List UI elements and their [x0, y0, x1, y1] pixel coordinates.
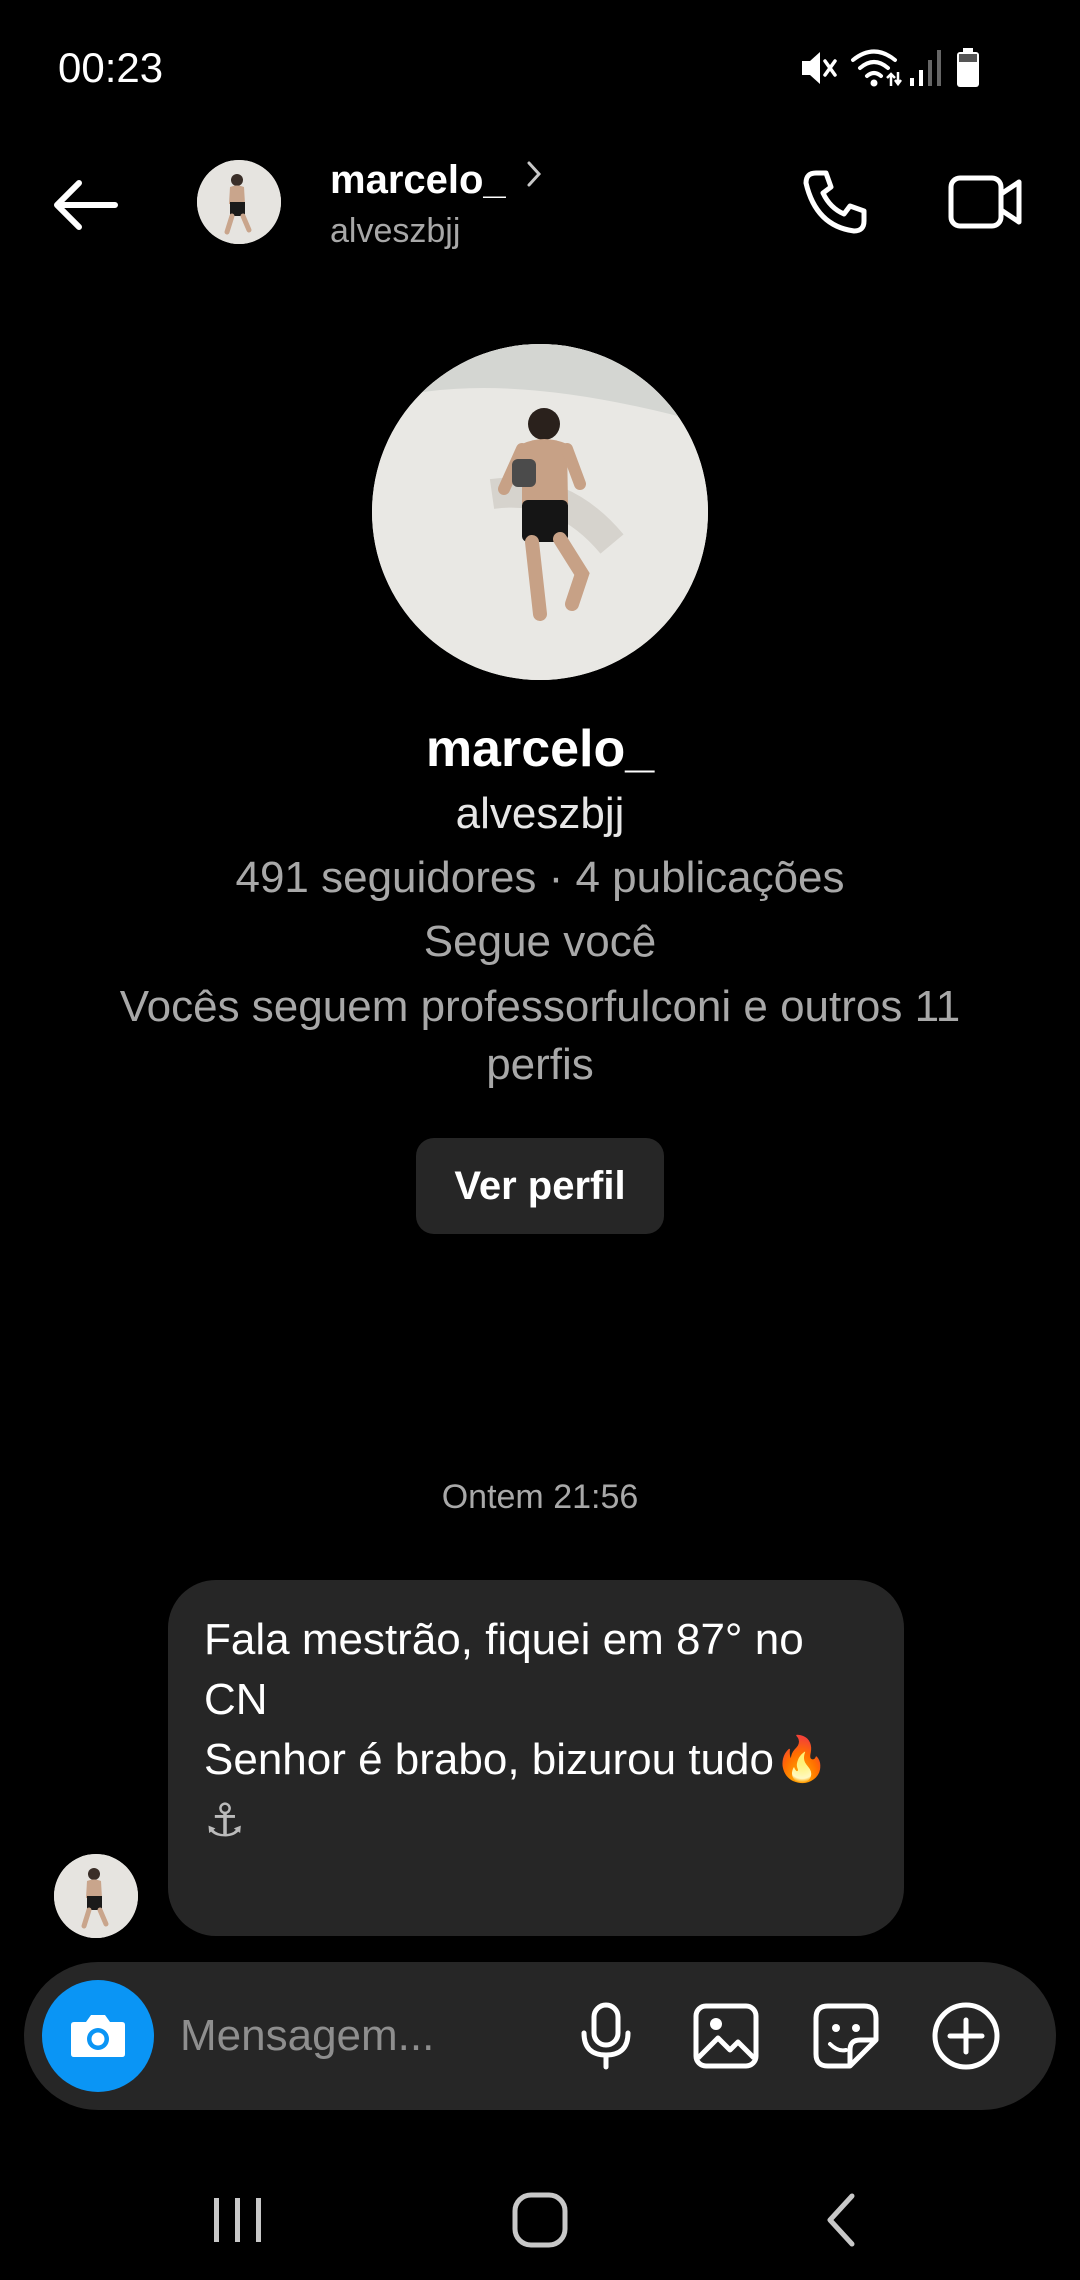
more-options-button[interactable] [926, 1996, 1006, 2076]
chevron-right-icon[interactable] [524, 158, 544, 190]
header-display-name[interactable]: marcelo_ [330, 158, 506, 203]
recents-button[interactable] [178, 2180, 298, 2260]
gallery-button[interactable] [686, 1996, 766, 2076]
message-line: Senhor é brabo, bizurou tudo🔥 [204, 1735, 829, 1784]
system-nav-bar [0, 2160, 1080, 2280]
add-icon [932, 2002, 1000, 2070]
follows-you-label: Segue você [423, 917, 657, 966]
chat-header: marcelo_ alveszbjj [0, 140, 1080, 270]
phone-icon [803, 170, 867, 234]
microphone-icon [581, 2002, 631, 2070]
voice-call-button[interactable] [795, 162, 875, 242]
back-button[interactable] [40, 170, 130, 240]
gallery-icon [693, 2003, 759, 2069]
chat-screen: 00:23 marcelo_ alveszbjj marcelo_ alvesz… [0, 0, 1080, 2280]
status-time: 00:23 [58, 44, 164, 91]
avatar-photo-icon [54, 1854, 138, 1938]
anchor-emoji: ⚓ [204, 1794, 246, 1846]
wifi-icon [851, 49, 902, 87]
header-avatar[interactable] [197, 160, 281, 244]
back-icon [827, 2193, 855, 2247]
message-sender-avatar[interactable] [54, 1854, 138, 1938]
camera-icon [71, 2015, 125, 2057]
camera-button[interactable] [42, 1980, 154, 2092]
status-bar: 00:23 [0, 0, 1080, 140]
voice-message-button[interactable] [566, 1996, 646, 2076]
profile-card: marcelo_ alveszbjj 491 seguidores · 4 pu… [0, 344, 1080, 1234]
system-back-button[interactable] [782, 2180, 902, 2260]
recents-icon [214, 2198, 261, 2242]
signal-icon [910, 50, 941, 86]
message-bubble[interactable]: Fala mestrão, fiquei em 87° no CN Senhor… [168, 1580, 904, 1936]
home-icon [512, 2192, 568, 2248]
video-camera-icon [948, 175, 1022, 229]
mute-icon [802, 52, 837, 84]
sticker-button[interactable] [806, 1996, 886, 2076]
profile-stats: 491 seguidores · 4 publicações [235, 853, 845, 902]
message-input[interactable] [180, 2000, 560, 2072]
video-call-button[interactable] [940, 162, 1030, 242]
mutual-followers: Vocês seguem professorfulconi e outros 1… [119, 982, 961, 1089]
sticker-icon [813, 2003, 879, 2069]
profile-username: alveszbjj [455, 789, 625, 838]
message-line: Fala mestrão, fiquei em 87° no CN [204, 1615, 816, 1724]
avatar-photo-icon [197, 160, 281, 244]
back-arrow-icon [54, 180, 118, 230]
profile-avatar[interactable] [372, 344, 708, 680]
message-timestamp: Ontem 21:56 [441, 1478, 639, 1516]
battery-icon [957, 48, 979, 87]
view-profile-button[interactable]: Ver perfil [416, 1138, 664, 1234]
message-composer [24, 1962, 1056, 2110]
profile-display-name: marcelo_ [425, 720, 655, 778]
home-button[interactable] [480, 2180, 600, 2260]
profile-photo-icon [372, 344, 708, 680]
status-icons [680, 46, 1080, 96]
header-username[interactable]: alveszbjj [330, 212, 460, 251]
